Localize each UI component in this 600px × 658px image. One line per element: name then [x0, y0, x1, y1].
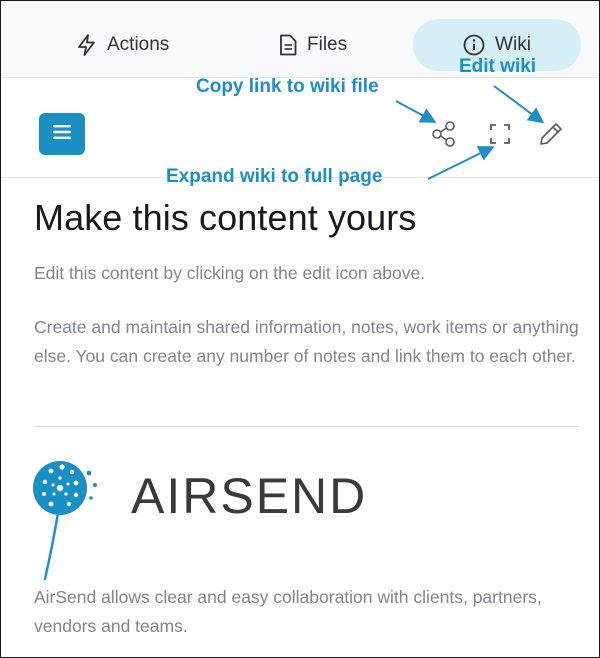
share-button[interactable]	[430, 120, 458, 148]
intro-text: Edit this content by clicking on the edi…	[34, 263, 426, 283]
expand-button[interactable]	[486, 120, 514, 148]
callout-expand: Expand wiki to full page	[166, 166, 383, 187]
info-icon	[463, 34, 485, 56]
description-text: Create and maintain shared information, …	[34, 317, 579, 366]
airsend-description: AirSend allows clear and easy collaborat…	[34, 587, 542, 636]
pencil-icon	[537, 123, 565, 152]
tab-wiki-label: Wiki	[495, 34, 531, 55]
tab-actions-label: Actions	[107, 34, 170, 55]
expand-icon	[486, 124, 514, 152]
edit-button[interactable]	[537, 120, 565, 148]
hamburger-icon	[53, 124, 71, 144]
content-divider	[34, 426, 580, 427]
share-icon	[430, 121, 458, 152]
lightning-icon	[77, 34, 97, 56]
callout-edit-wiki: Edit wiki	[459, 56, 537, 77]
menu-button[interactable]	[39, 113, 85, 155]
page-title: Make this content yours	[34, 197, 417, 238]
wiki-panel: Actions Files Wiki Make this content you…	[0, 0, 600, 658]
airsend-logo-icon	[31, 453, 121, 588]
tab-files-label: Files	[307, 34, 348, 55]
airsend-logo-text: AIRSEND	[131, 468, 368, 524]
tab-files[interactable]: Files	[279, 17, 347, 73]
tab-actions[interactable]: Actions	[77, 17, 169, 73]
document-icon	[279, 34, 297, 56]
callout-copy-link: Copy link to wiki file	[196, 76, 379, 97]
